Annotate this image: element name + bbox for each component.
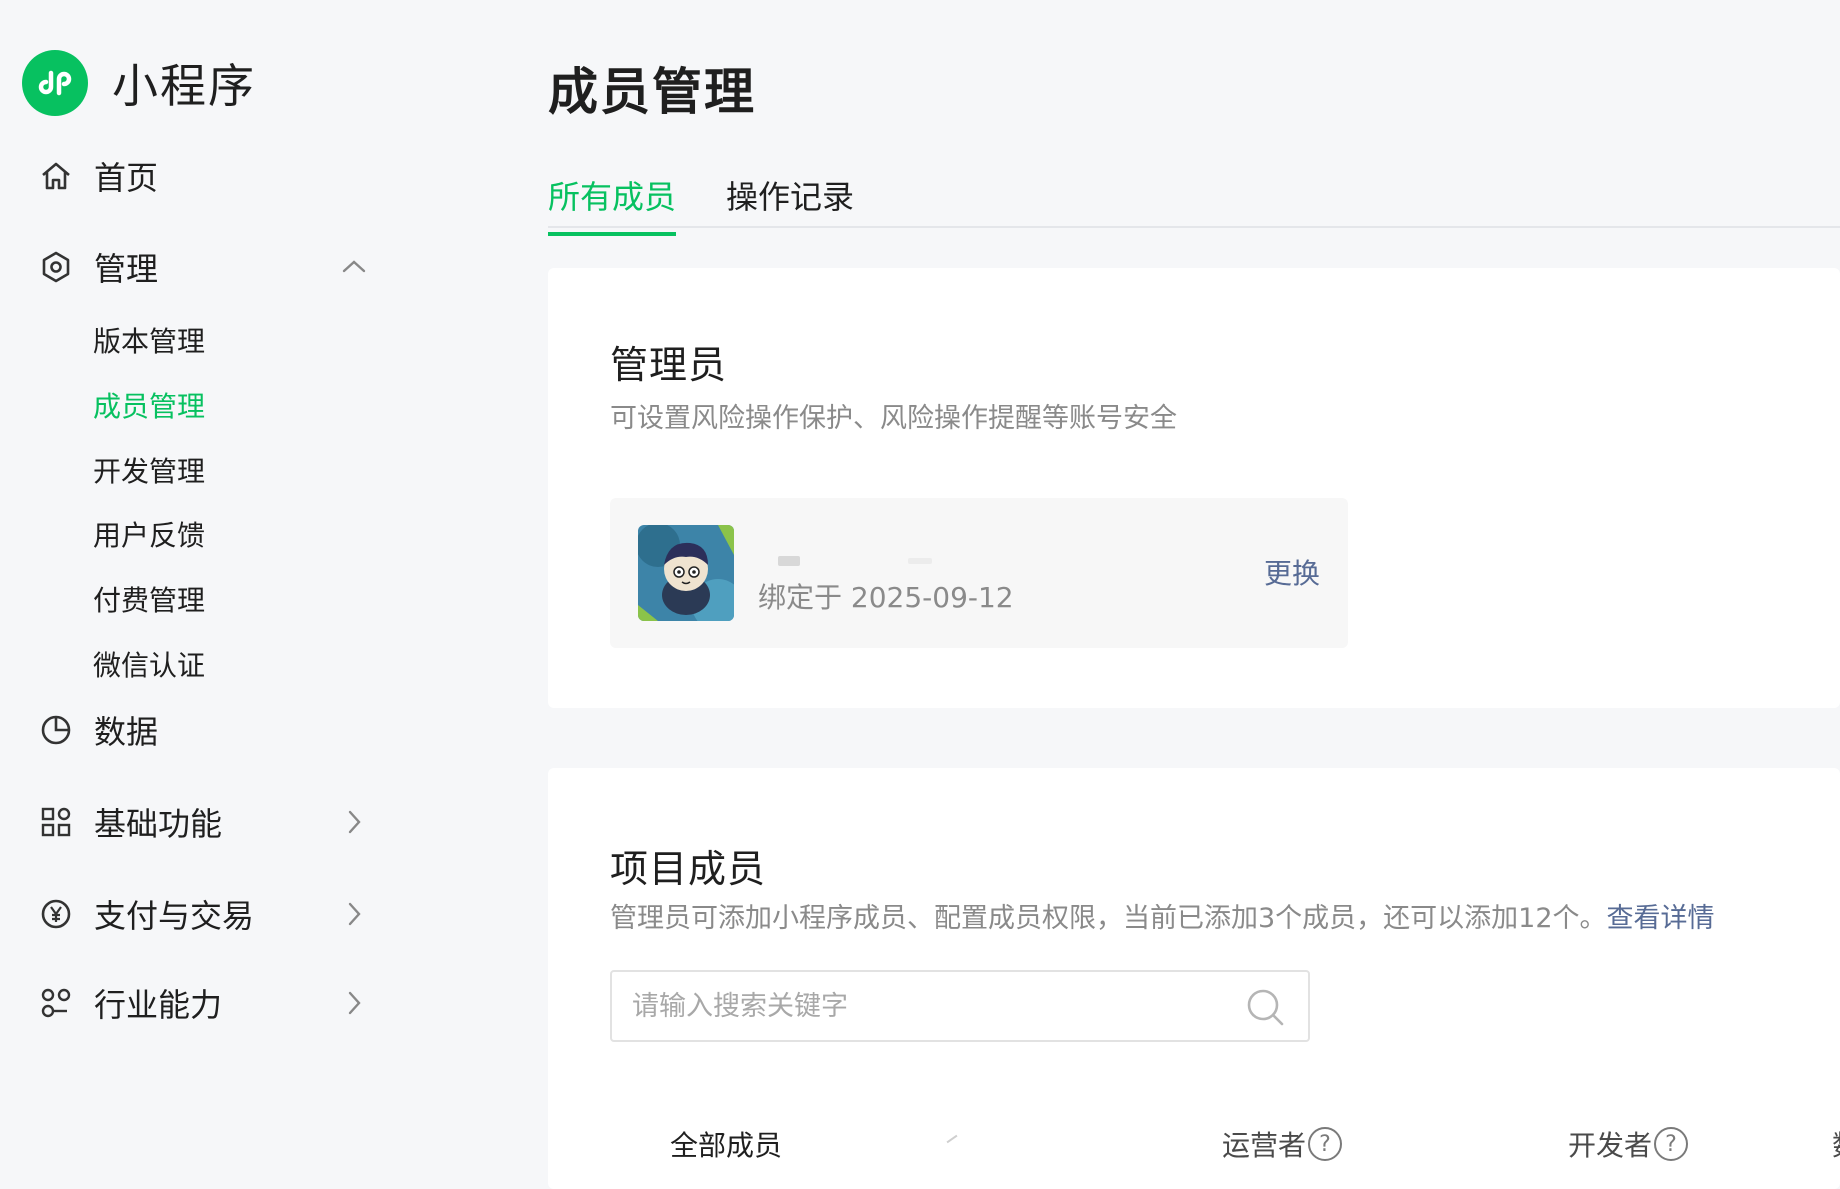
help-icon[interactable]: ? <box>1308 1127 1343 1161</box>
filter-label: 数 <box>1832 1124 1840 1164</box>
page-title: 成员管理 <box>548 63 756 121</box>
sidebar-item-label: 支付与交易 <box>94 897 255 935</box>
search-input[interactable] <box>632 984 1232 1028</box>
admin-card: 管理员 可设置风险操作保护、风险操作提醒等账号安全 绑定于 2025-09-12… <box>548 268 1840 708</box>
avatar <box>638 525 734 621</box>
sidebar-subitem-verify[interactable]: 微信认证 <box>93 644 205 684</box>
sidebar-item-industry[interactable]: 行业能力 <box>38 973 378 1033</box>
chevron-right-icon <box>338 987 370 1019</box>
sidebar-item-label: 行业能力 <box>94 986 223 1024</box>
search-icon[interactable] <box>1244 986 1286 1028</box>
nodes-icon <box>38 985 74 1021</box>
divider-mark <box>946 1134 958 1144</box>
filter-label: 运营者 <box>1222 1129 1307 1162</box>
redacted-name <box>778 556 800 566</box>
sidebar-item-manage[interactable]: 管理 <box>38 237 378 297</box>
sidebar-subitem-dev[interactable]: 开发管理 <box>93 450 205 490</box>
brand-name: 小程序 <box>112 59 256 113</box>
brand[interactable]: 小程序 <box>22 50 256 116</box>
grid-icon <box>38 804 74 840</box>
search-box[interactable] <box>610 970 1310 1042</box>
change-admin-link[interactable]: 更换 <box>1264 552 1320 592</box>
filter-operators[interactable]: 运营者 ? <box>1222 1124 1343 1164</box>
tab-operation-log[interactable]: 操作记录 <box>726 172 854 232</box>
sidebar-item-data[interactable]: 数据 <box>38 700 378 760</box>
chevron-right-icon <box>338 898 370 930</box>
sidebar-item-home[interactable]: 首页 <box>38 146 378 206</box>
sidebar-item-label: 数据 <box>94 713 159 751</box>
sidebar-item-basic[interactable]: 基础功能 <box>38 792 378 852</box>
sidebar-item-label: 首页 <box>94 159 159 197</box>
sidebar-subitem-members[interactable]: 成员管理 <box>93 385 205 425</box>
miniprogram-logo-icon <box>22 50 88 116</box>
tab-all-members[interactable]: 所有成员 <box>548 172 677 236</box>
pie-chart-icon <box>38 712 74 748</box>
members-card-title: 项目成员 <box>610 847 767 891</box>
members-card-description: 管理员可添加小程序成员、配置成员权限，当前已添加3个成员，还可以添加12个。查看… <box>610 896 1715 935</box>
chevron-up-icon <box>338 251 370 283</box>
help-icon[interactable]: ? <box>1654 1127 1689 1161</box>
filter-label: 全部成员 <box>670 1129 783 1162</box>
sidebar-subitem-payment[interactable]: 付费管理 <box>93 579 205 619</box>
sidebar-item-label: 基础功能 <box>94 805 223 843</box>
filter-label: 开发者 <box>1568 1129 1653 1162</box>
admin-card-title: 管理员 <box>610 343 728 387</box>
members-description-text: 管理员可添加小程序成员、配置成员权限，当前已添加3个成员，还可以添加12个。 <box>610 903 1607 934</box>
sidebar-item-pay[interactable]: 支付与交易 <box>38 884 378 944</box>
chevron-right-icon <box>338 806 370 838</box>
sidebar-subitem-feedback[interactable]: 用户反馈 <box>93 514 205 554</box>
bind-date: 绑定于 2025-09-12 <box>758 581 1014 614</box>
tab-bar: 所有成员 操作记录 <box>548 168 1840 236</box>
hexagon-gear-icon <box>38 249 74 285</box>
sidebar-subitem-version[interactable]: 版本管理 <box>93 320 205 360</box>
home-icon <box>38 158 74 194</box>
filter-developers[interactable]: 开发者 ? <box>1568 1124 1689 1164</box>
sidebar-item-label: 管理 <box>94 250 159 288</box>
sidebar: 小程序 首页 管理 版本管理 成员管理 开发管理 用户反馈 付费管理 微信认证 … <box>0 0 440 1189</box>
admin-card-description: 可设置风险操作保护、风险操作提醒等账号安全 <box>610 403 1177 434</box>
view-details-link[interactable]: 查看详情 <box>1607 903 1715 934</box>
redacted-name-tail <box>908 558 932 564</box>
filter-all-members[interactable]: 全部成员 <box>670 1124 782 1164</box>
filter-data-role[interactable]: 数 <box>1832 1124 1840 1164</box>
yen-circle-icon <box>38 896 74 932</box>
members-card: 项目成员 管理员可添加小程序成员、配置成员权限，当前已添加3个成员，还可以添加1… <box>548 768 1840 1189</box>
admin-info-box: 绑定于 2025-09-12 更换 <box>610 498 1348 648</box>
